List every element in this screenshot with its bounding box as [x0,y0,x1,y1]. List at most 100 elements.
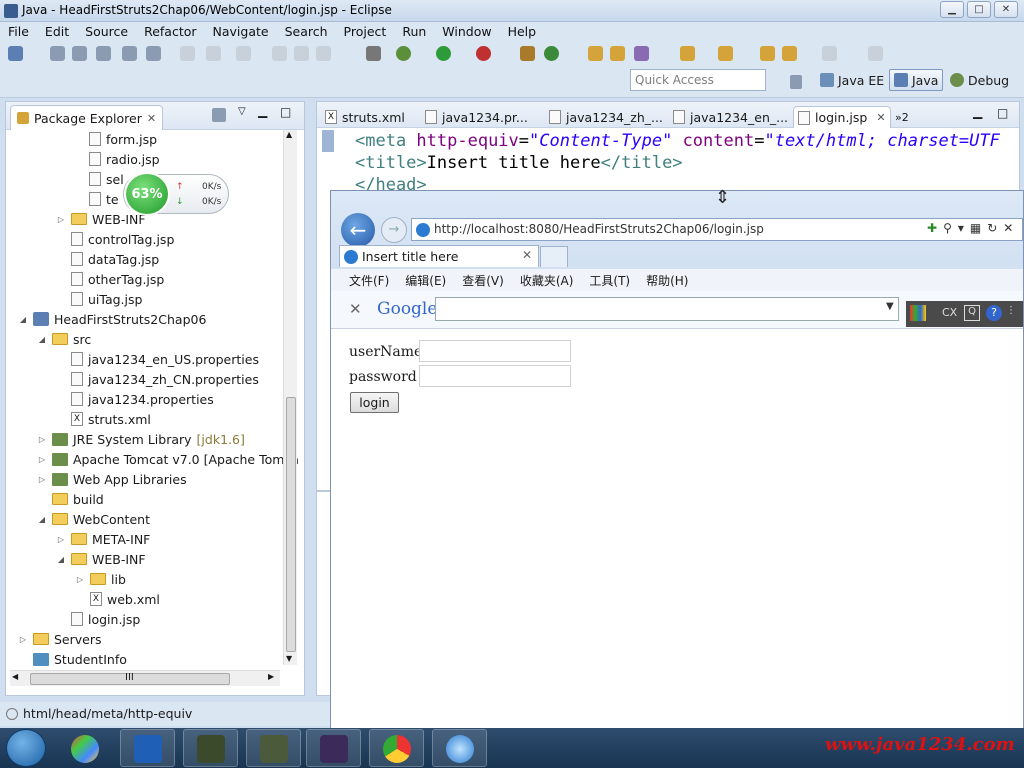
cx-icon[interactable]: CX [942,306,957,319]
tab-login-jsp[interactable]: login.jsp ✕ [793,106,891,128]
close-button[interactable]: ✕ [994,1,1018,18]
tree-item-datatag-jsp[interactable]: dataTag.jsp [56,249,159,269]
expand-arrow-icon[interactable]: ▷ [75,575,85,584]
external-tools-icon[interactable] [476,46,491,61]
terminate-icon[interactable] [316,46,331,61]
close-browser-tab-icon[interactable]: ✕ [522,248,532,262]
tree-item-form-jsp[interactable]: form.jsp [74,129,157,149]
redo-icon[interactable] [206,46,221,61]
back-button[interactable]: ← [341,213,375,247]
expand-arrow-icon[interactable]: ▷ [56,215,66,224]
synchronize-icon[interactable] [146,46,161,61]
expand-arrow-icon[interactable]: ▷ [37,455,47,464]
menu-run[interactable]: Run [394,22,434,42]
browser-menu-help[interactable]: 帮助(H) [638,269,696,291]
tree-item-jre-system-library[interactable]: ▷ JRE System Library [jdk1.6] [37,429,245,449]
scroll-up-icon[interactable]: ▲ [286,130,292,139]
close-toolbar-icon[interactable]: ✕ [349,300,362,318]
perspective-java-ee[interactable]: Java EE [816,69,888,91]
collapse-arrow-icon[interactable]: ◢ [56,555,66,564]
expand-arrow-icon[interactable]: ▷ [37,475,47,484]
new-class-icon[interactable] [544,46,559,61]
new-java-package-icon[interactable] [520,46,535,61]
maximize-button[interactable]: □ [967,1,991,18]
collapse-arrow-icon[interactable]: ◢ [18,315,28,324]
tree-item-controltag-jsp[interactable]: controlTag.jsp [56,229,174,249]
username-input[interactable] [419,340,571,362]
perspective-java[interactable]: Java [889,69,944,91]
previous-annotation-icon[interactable] [718,46,733,61]
vertical-scroll-thumb[interactable] [286,397,296,652]
tree-item-uitag-jsp[interactable]: uiTag.jsp [56,289,142,309]
menu-edit[interactable]: Edit [37,22,77,42]
debug-icon[interactable] [396,46,411,61]
close-tab-icon[interactable]: ✕ [876,111,885,124]
taskbar-app-wps[interactable] [120,729,175,767]
package-explorer-vertical-scrollbar[interactable]: ▲ ▼ [283,130,297,665]
horizontal-scroll-thumb[interactable]: III [30,672,230,685]
browser-menu-edit[interactable]: 编辑(E) [397,269,454,291]
tree-item-web-inf-collapsed[interactable]: ▷ WEB-INF [56,209,146,229]
browser-menu-view[interactable]: 查看(V) [454,269,512,291]
last-edit-icon[interactable] [760,46,775,61]
taskbar-app-chrome[interactable] [369,729,424,767]
maximize-view-icon[interactable]: □ [280,105,291,119]
more-tabs-button[interactable]: »2 [891,106,913,128]
tab-package-explorer[interactable]: Package Explorer ✕ [10,105,164,130]
refresh-icon[interactable]: ↻ [987,221,997,235]
scroll-down-icon[interactable]: ▼ [286,654,292,663]
tree-item-te[interactable]: te [74,189,119,209]
new-tab-button[interactable] [540,246,568,267]
tree-item-meta-inf[interactable]: ▷ META-INF [56,529,150,549]
tab-java1234-properties[interactable]: java1234.pr... [421,106,532,128]
start-button[interactable] [6,729,46,767]
tree-item-java1234-zh-cn-properties[interactable]: java1234_zh_CN.properties [56,369,259,389]
tree-item-lib[interactable]: ▷ lib [75,569,126,589]
menu-refactor[interactable]: Refactor [136,22,204,42]
tree-item-web-app-libraries[interactable]: ▷ Web App Libraries [37,469,187,489]
tab-java1234-zh[interactable]: java1234_zh_... [545,106,667,128]
open-perspective-button[interactable] [786,71,806,93]
menu-window[interactable]: Window [434,22,499,42]
search-tool-icon[interactable] [634,46,649,61]
tree-item-web-xml[interactable]: Xweb.xml [75,589,160,609]
compatibility-icon[interactable]: ✚ [927,221,937,235]
menu-file[interactable]: File [0,22,37,42]
browser-menu-file[interactable]: 文件(F) [341,269,397,291]
code-line-title[interactable]: <title>Insert title here</title> [355,153,683,173]
open-task-list-icon[interactable] [610,46,625,61]
scroll-right-icon[interactable]: ▶ [268,672,274,681]
quick-access-input[interactable]: Quick Access [630,69,766,91]
search-icon[interactable]: ⚲ [943,221,952,235]
tree-item-apache-tomcat[interactable]: ▷ Apache Tomcat v7.0 [Apache Tomca [37,449,299,469]
scroll-left-icon[interactable]: ◀ [12,672,18,681]
save-all-icon[interactable] [72,46,87,61]
tree-item-src[interactable]: ◢ src [37,329,91,349]
print-icon[interactable] [96,46,111,61]
expand-arrow-icon[interactable]: ▷ [56,535,66,544]
pin-editor-icon[interactable] [868,46,883,61]
open-task-icon[interactable] [122,46,137,61]
view-menu-icon[interactable]: ▽ [238,106,246,117]
tree-item-studentinfo[interactable]: StudentInfo [18,649,127,669]
undo-icon[interactable] [180,46,195,61]
maximize-editor-icon[interactable]: □ [997,106,1008,120]
back-icon[interactable] [782,46,797,61]
package-explorer-horizontal-scrollbar[interactable]: ◀ III ▶ [10,670,280,686]
step-icon[interactable] [236,46,251,61]
new-icon[interactable] [8,46,23,61]
suspend-icon[interactable] [294,46,309,61]
minimize-button[interactable]: ▁ [940,1,964,18]
google-apps-icon[interactable] [910,305,926,321]
taskbar-app-terminal[interactable] [183,729,238,767]
browser-tab-login[interactable]: Insert title here ✕ [339,245,539,267]
code-line-meta[interactable]: <meta http-equiv="Content-Type" content=… [355,131,1000,151]
tree-item-build[interactable]: build [37,489,104,509]
tree-item-webcontent[interactable]: ◢ WebContent [37,509,150,529]
run-icon[interactable] [436,46,451,61]
save-icon[interactable] [50,46,65,61]
tree-item-servers[interactable]: ▷ Servers [18,629,102,649]
skip-breakpoints-icon[interactable] [366,46,381,61]
taskbar-app-eclipse[interactable] [306,729,361,767]
translate-icon[interactable]: Q [964,305,980,321]
